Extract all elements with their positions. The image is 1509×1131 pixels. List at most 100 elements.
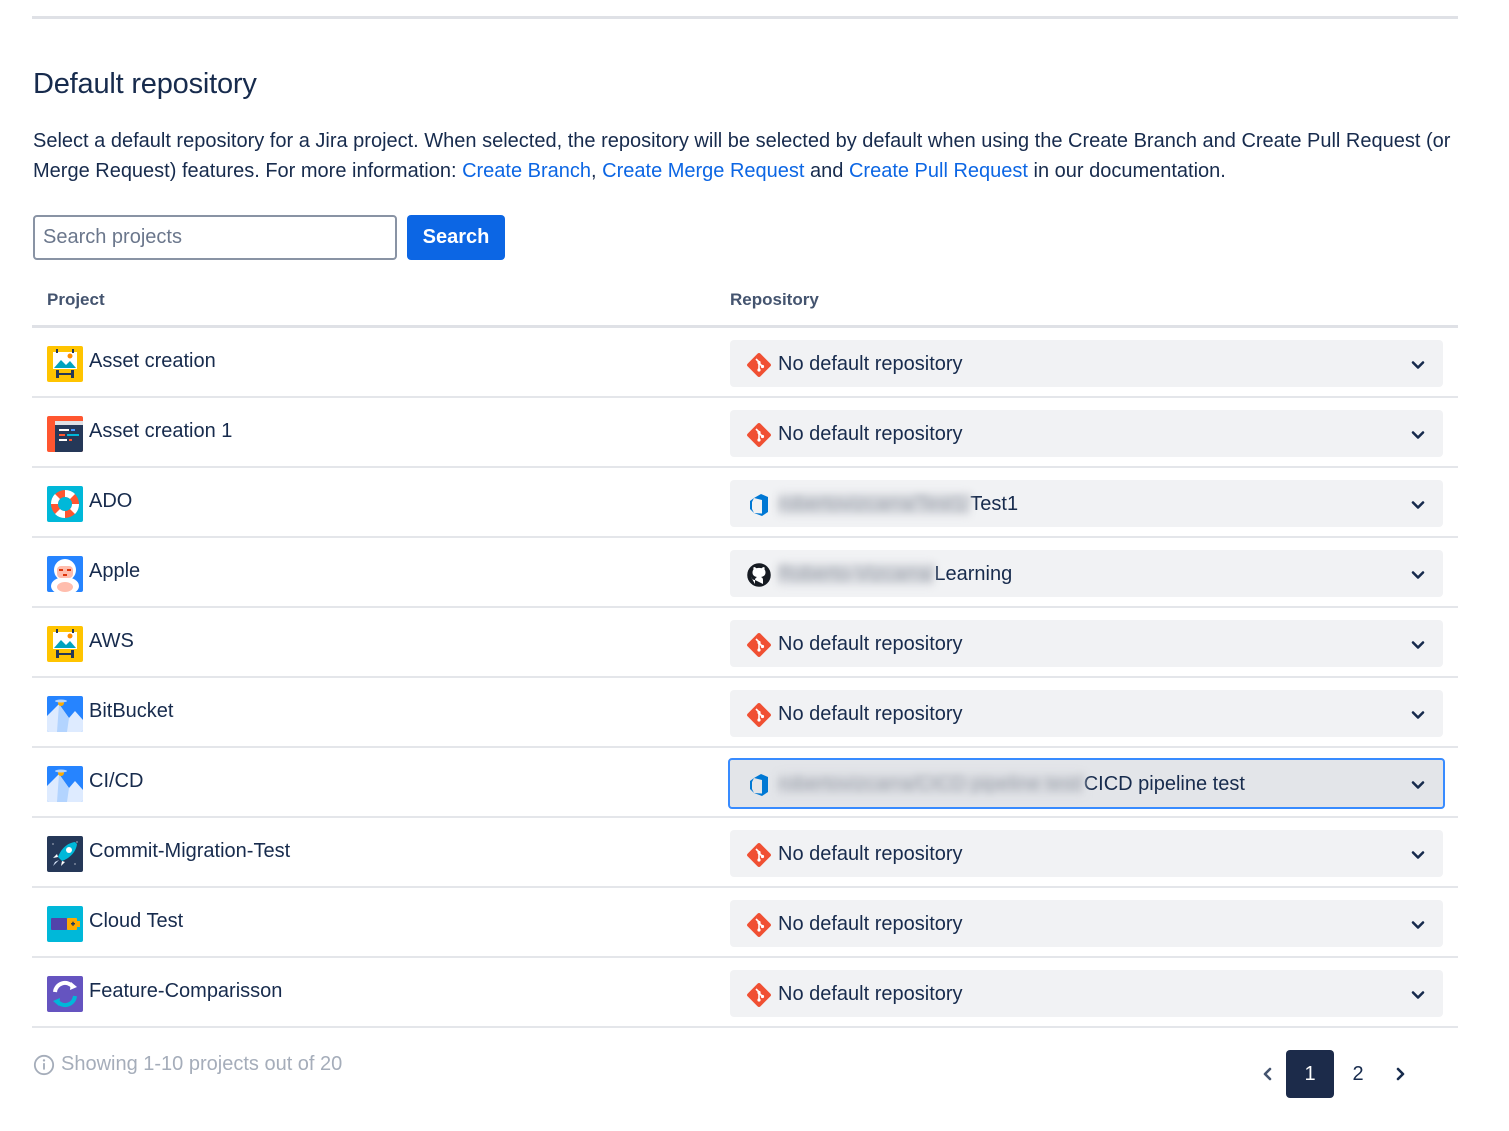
github-icon <box>746 562 772 588</box>
repository-name: Test1 <box>970 493 1019 515</box>
lifebuoy-icon <box>47 486 83 522</box>
repository-name: No default repository <box>778 423 963 445</box>
projects-table: Project Repository Asset creation No defa… <box>32 283 1458 1028</box>
page-title: Default repository <box>33 68 257 100</box>
column-header-repository: Repository <box>730 290 819 309</box>
repository-value: No default repository <box>778 703 963 726</box>
table-row: Asset creation 1 No default repository <box>32 398 1458 468</box>
description-outro: in our documentation. <box>1027 160 1226 182</box>
chevron-down-icon <box>1409 916 1427 934</box>
create-pull-request-link[interactable]: Create Pull Request <box>849 160 1028 182</box>
repository-value: No default repository <box>778 983 963 1006</box>
mountain-icon <box>47 696 83 732</box>
battery-icon <box>47 906 83 942</box>
easel-image-icon <box>47 346 83 382</box>
redacted-repo-owner: robertovizcarra/Test1/ <box>778 493 971 515</box>
repository-name: No default repository <box>778 843 963 865</box>
repository-select[interactable]: No default repository <box>730 620 1443 667</box>
repository-value: No default repository <box>778 353 963 376</box>
repository-name: No default repository <box>778 983 963 1005</box>
chevron-right-icon <box>1396 1067 1405 1081</box>
project-name: Cloud Test <box>89 910 184 932</box>
table-row: CI/CD robertovizcarra/CICD pipeline test/… <box>32 748 1458 818</box>
chevron-down-icon <box>1409 846 1427 864</box>
table-header: Project Repository <box>32 283 1458 328</box>
project-name: CI/CD <box>89 770 144 792</box>
project-name: ADO <box>89 490 133 512</box>
yeti-icon <box>47 556 83 592</box>
repository-name: CICD pipeline test <box>1083 773 1245 795</box>
project-name: Commit-Migration-Test <box>89 840 291 862</box>
page-2-button[interactable]: 2 <box>1334 1050 1382 1098</box>
git-icon <box>746 702 772 728</box>
project-name: BitBucket <box>89 700 174 722</box>
git-icon <box>746 422 772 448</box>
chevron-down-icon <box>1409 986 1427 1004</box>
chevron-down-icon <box>1409 776 1427 794</box>
repository-name: No default repository <box>778 913 963 935</box>
pagination: 1 2 <box>1250 1050 1418 1098</box>
easel-image-icon <box>47 626 83 662</box>
repository-select[interactable]: robertovizcarra/Test1/Test1 <box>730 480 1443 527</box>
code-window-icon <box>47 416 83 452</box>
repository-select[interactable]: No default repository <box>730 410 1443 457</box>
previous-page-button[interactable] <box>1250 1050 1286 1098</box>
repository-name: No default repository <box>778 633 963 655</box>
azure-devops-icon <box>746 492 772 518</box>
repository-value: Roberto-Vizcarra/Learning <box>778 563 1012 586</box>
project-name: Asset creation <box>89 350 216 372</box>
project-name: Feature-Comparisson <box>89 980 283 1002</box>
repository-name: No default repository <box>778 703 963 725</box>
git-icon <box>746 352 772 378</box>
git-icon <box>746 912 772 938</box>
search-button[interactable]: Search <box>407 215 505 260</box>
repository-select[interactable]: Roberto-Vizcarra/Learning <box>730 550 1443 597</box>
project-name: AWS <box>89 630 134 652</box>
repository-value: No default repository <box>778 423 963 446</box>
repository-value: No default repository <box>778 633 963 656</box>
chevron-down-icon <box>1409 706 1427 724</box>
next-page-button[interactable] <box>1382 1050 1418 1098</box>
table-row: Apple Roberto-Vizcarra/Learning <box>32 538 1458 608</box>
description-separator: , <box>591 160 603 182</box>
description-separator: and <box>804 160 849 182</box>
create-merge-request-link[interactable]: Create Merge Request <box>602 160 804 182</box>
create-branch-link[interactable]: Create Branch <box>462 160 591 182</box>
repository-value: robertovizcarra/CICD pipeline test/CICD … <box>778 773 1245 796</box>
azure-devops-icon <box>746 772 772 798</box>
repository-select[interactable]: robertovizcarra/CICD pipeline test/CICD … <box>728 758 1445 809</box>
repository-name: No default repository <box>778 353 963 375</box>
table-body: Asset creation No default repository Asset… <box>32 328 1458 1028</box>
redacted-repo-owner: robertovizcarra/CICD pipeline test/ <box>778 773 1084 795</box>
repository-value: No default repository <box>778 913 963 936</box>
column-header-project: Project <box>47 290 105 309</box>
mountain-icon <box>47 766 83 802</box>
table-row: Commit-Migration-Test No default reposito… <box>32 818 1458 888</box>
chevron-left-icon <box>1263 1067 1272 1081</box>
git-icon <box>746 632 772 658</box>
chevron-down-icon <box>1409 496 1427 514</box>
chevron-down-icon <box>1409 636 1427 654</box>
repository-value: robertovizcarra/Test1/Test1 <box>778 493 1018 516</box>
repository-select[interactable]: No default repository <box>730 690 1443 737</box>
redacted-repo-owner: Roberto-Vizcarra/ <box>778 563 935 585</box>
repository-select[interactable]: No default repository <box>730 830 1443 877</box>
project-name: Asset creation 1 <box>89 420 233 442</box>
rocket-icon <box>47 836 83 872</box>
repository-select[interactable]: No default repository <box>730 970 1443 1017</box>
git-icon <box>746 842 772 868</box>
table-row: Cloud Test No default repository <box>32 888 1458 958</box>
repository-name: Learning <box>934 563 1013 585</box>
page-1-button[interactable]: 1 <box>1286 1050 1334 1098</box>
table-row: BitBucket No default repository <box>32 678 1458 748</box>
chevron-down-icon <box>1409 426 1427 444</box>
chevron-down-icon <box>1409 566 1427 584</box>
table-row: AWS No default repository <box>32 608 1458 678</box>
sync-arrows-icon <box>47 976 83 1012</box>
page-description: Select a default repository for a Jira p… <box>33 126 1453 186</box>
table-row: ADO robertovizcarra/Test1/Test1 <box>32 468 1458 538</box>
repository-select[interactable]: No default repository <box>730 340 1443 387</box>
top-divider <box>32 16 1458 19</box>
repository-select[interactable]: No default repository <box>730 900 1443 947</box>
search-projects-input[interactable] <box>33 215 397 260</box>
